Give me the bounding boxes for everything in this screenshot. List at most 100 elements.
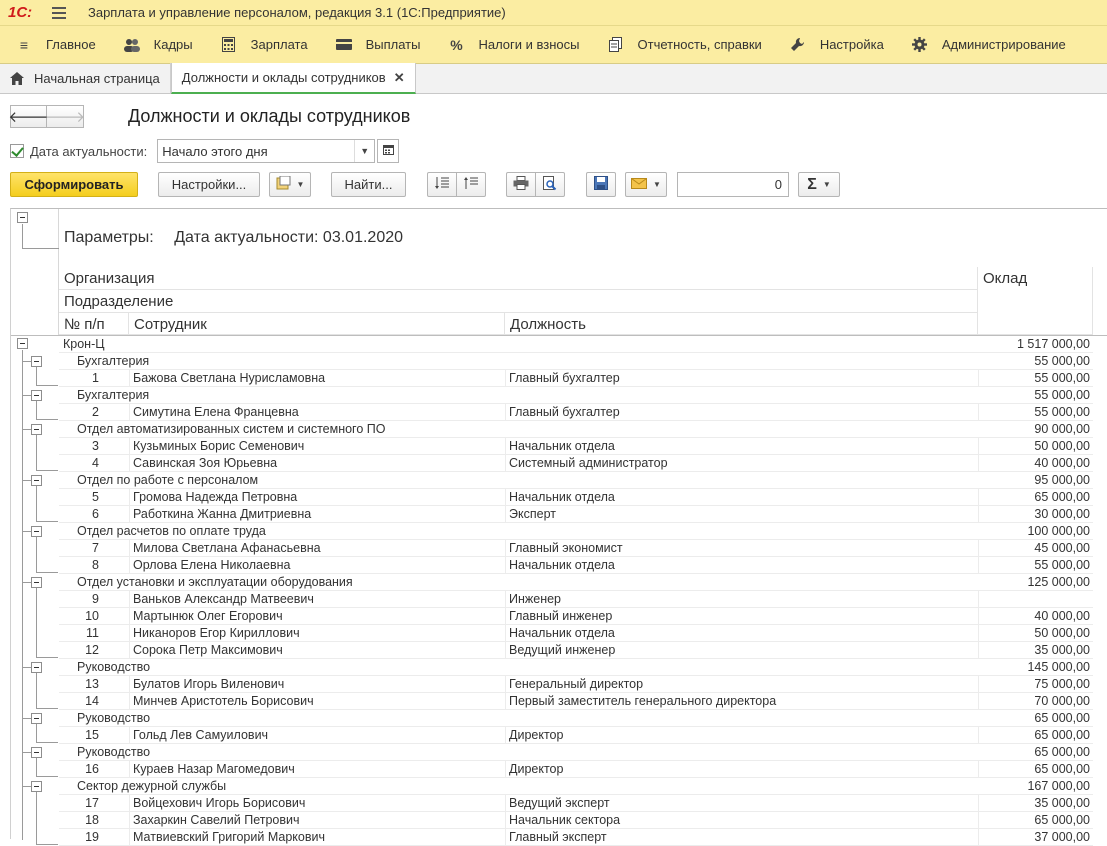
tree-connector [22,361,31,362]
date-select[interactable]: Начало этого дня ▼ [157,139,376,163]
org-amount: 1 517 000,00 [1017,337,1090,351]
department-amount: 90 000,00 [1034,422,1090,436]
chevron-down-icon[interactable]: ▼ [354,140,374,162]
employee-name: Захаркин Савелий Петрович [133,813,300,827]
row-number: 6 [92,507,99,521]
employee-name: Громова Надежда Петровна [133,490,298,504]
employee-salary: 65 000,00 [1034,490,1090,504]
header-organization: Организация [64,270,155,287]
employee-name: Кузьминых Борис Семенович [133,439,305,453]
menu-item-settings[interactable]: Настройка [776,26,898,64]
send-button[interactable]: ▼ [625,172,667,197]
tree-connector [36,792,37,845]
collapse-group-icon[interactable] [31,424,42,435]
menu-label: Настройка [819,37,884,52]
save-button[interactable] [586,172,616,197]
print-button[interactable] [506,172,536,197]
employee-position: Начальник отдела [509,558,615,572]
employee-name: Никаноров Егор Кириллович [133,626,300,640]
employee-salary: 65 000,00 [1034,728,1090,742]
row-number: 4 [92,456,99,470]
tree-connector [36,486,37,522]
collapse-all-button[interactable] [456,172,486,197]
collapse-params-icon[interactable] [17,212,28,223]
menu-item-salary[interactable]: Зарплата [207,26,322,64]
collapse-group-icon[interactable] [31,662,42,673]
collapse-org-icon[interactable] [17,338,28,349]
employee-row: 13 Булатов Игорь Виленович Генеральный дир… [59,676,1093,693]
employee-position: Начальник отдела [509,490,615,504]
collapse-group-icon[interactable] [31,747,42,758]
settings-label: Настройки... [171,177,247,192]
employee-name: Работкина Жанна Дмитриевна [133,507,312,521]
menu-item-admin[interactable]: Администрирование [898,26,1080,64]
wrench-icon [790,37,806,53]
collapse-group-icon[interactable] [31,475,42,486]
sum-field[interactable]: 0 [677,172,789,197]
sigma-icon: Σ [807,175,817,193]
menu-label: Главное [46,37,96,52]
preview-button[interactable] [535,172,565,197]
date-row: Дата актуальности: Начало этого дня ▼ [10,139,400,163]
calendar-button[interactable] [377,139,400,163]
wallet-icon [335,37,352,53]
main-menu-icon[interactable] [52,6,66,19]
employee-salary: 50 000,00 [1034,439,1090,453]
tree-connector [22,582,31,583]
chevron-down-icon: ▼ [822,180,831,189]
variants-button[interactable]: ▼ [269,172,311,197]
page-title: Должности и оклады сотрудников [128,106,411,126]
tab-bar: Начальная страница Должности и оклады со… [0,63,1107,94]
find-button[interactable]: Найти... [331,172,406,197]
floppy-disk-icon [594,176,608,193]
department-row: Руководство 65 000,00 [59,710,1093,727]
menu-item-reports[interactable]: Отчетность, справки [594,26,776,64]
menu-label: Выплаты [365,37,421,52]
tree-connector [36,673,37,709]
tree-connector [36,572,58,573]
collapse-group-icon[interactable] [31,781,42,792]
collapse-group-icon[interactable] [31,713,42,724]
row-number: 18 [85,813,99,827]
employee-salary: 55 000,00 [1034,558,1090,572]
collapse-group-icon[interactable] [31,390,42,401]
collapse-group-icon[interactable] [31,356,42,367]
row-number: 9 [92,592,99,606]
date-checkbox[interactable] [10,144,24,158]
row-number: 7 [92,541,99,555]
report-spreadsheet[interactable]: Параметры: Дата актуальности: 03.01.2020… [10,208,1107,846]
menu-item-taxes[interactable]: % Налоги и взносы [434,26,593,64]
back-button[interactable]: 🡐 [8,105,49,128]
department-row: Сектор дежурной службы 167 000,00 [59,778,1093,795]
menu-item-payments[interactable]: Выплаты [322,26,435,64]
variants-icon [276,175,291,193]
collapse-group-icon[interactable] [31,526,42,537]
employee-row: 7 Милова Светлана Афанасьевна Главный экон… [59,540,1093,557]
employee-position: Главный эксперт [509,830,607,844]
header-salary: Оклад [983,270,1028,287]
tree-connector [36,776,58,777]
menu-item-hr[interactable]: Кадры [110,26,207,64]
app-logo: 1С: [8,4,33,21]
forward-button[interactable]: 🡒 [45,105,85,128]
close-icon[interactable]: ✕ [394,70,405,86]
collapse-group-icon[interactable] [31,577,42,588]
menu-item-main[interactable]: ≡ Главное [0,26,110,64]
employee-salary: 40 000,00 [1034,609,1090,623]
sum-mode-button[interactable]: Σ ▼ [798,172,840,197]
generate-button[interactable]: Сформировать [10,172,138,197]
employee-row: 17 Войцехович Игорь Борисович Ведущий эксп… [59,795,1093,812]
employee-salary: 65 000,00 [1034,813,1090,827]
employee-salary: 40 000,00 [1034,456,1090,470]
tree-connector [22,429,31,430]
department-name: Отдел установки и эксплуатации оборудова… [77,575,353,589]
tab-positions-salaries[interactable]: Должности и оклады сотрудников ✕ [170,63,416,94]
expand-all-button[interactable] [427,172,457,197]
department-name: Бухгалтерия [77,388,150,402]
row-number: 16 [85,762,99,776]
tree-connector [22,718,31,719]
settings-button[interactable]: Настройки... [158,172,260,197]
department-amount: 100 000,00 [1027,524,1090,538]
params-label: Параметры: [64,229,154,246]
tab-home[interactable]: Начальная страница [0,63,171,93]
